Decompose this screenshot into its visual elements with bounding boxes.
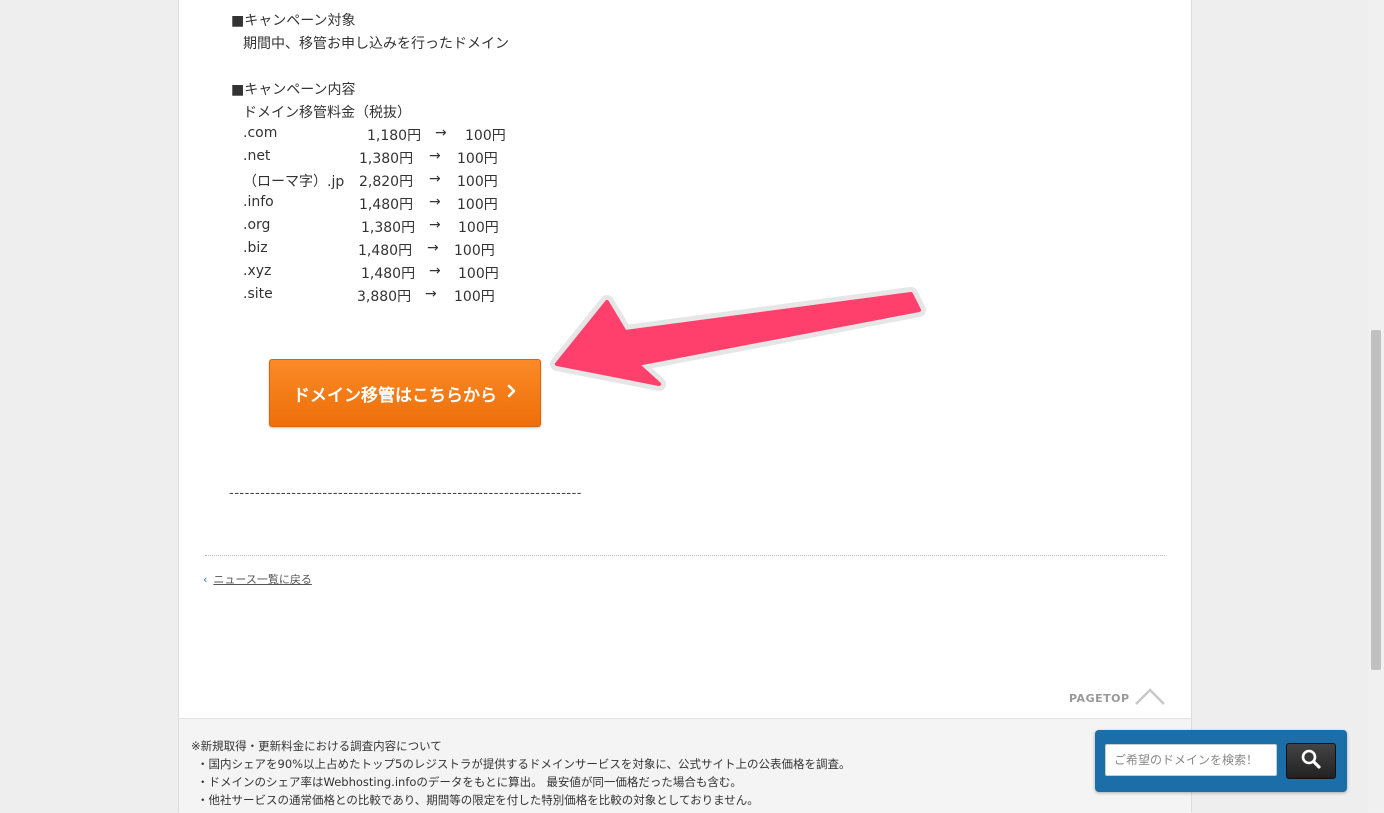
old-price: 3,880円 — [357, 289, 412, 305]
search-icon — [1300, 748, 1322, 774]
new-price: 100円 — [454, 289, 495, 305]
back-to-news-link[interactable]: ‹ ニュース一覧に戻る — [203, 571, 312, 587]
new-price: 100円 — [457, 174, 498, 190]
arrow-symbol: → — [429, 217, 441, 233]
old-price: 1,380円 — [361, 220, 416, 236]
domain-transfer-button-label: ドメイン移管はこちらから — [293, 385, 497, 406]
arrow-symbol: → — [429, 194, 441, 210]
note-item: ・ドメインのシェア率はWebhosting.infoのデータをもとに算出。 最安… — [197, 775, 742, 789]
arrow-symbol: → — [429, 171, 441, 187]
old-price: 1,380円 — [359, 151, 414, 167]
new-price: 100円 — [458, 266, 499, 282]
new-price: 100円 — [458, 220, 499, 236]
new-price: 100円 — [457, 151, 498, 167]
arrow-symbol: → — [435, 125, 447, 141]
section-divider: ----------------------------------------… — [229, 486, 582, 501]
tld-label: .org — [243, 217, 271, 233]
domain-transfer-button[interactable]: ドメイン移管はこちらから — [269, 359, 541, 427]
page-container: ■キャンペーン対象 期間中、移管お申し込みを行ったドメイン ■キャンペーン内容 … — [178, 0, 1192, 813]
dotted-separator — [205, 555, 1165, 556]
old-price: 1,480円 — [358, 243, 413, 259]
tld-label: .xyz — [243, 263, 272, 279]
pagetop-label: PAGETOP — [1069, 691, 1130, 705]
scrollbar-thumb[interactable] — [1371, 330, 1381, 670]
pagetop-button[interactable]: PAGETOP — [1069, 686, 1166, 710]
domain-search-widget — [1095, 730, 1347, 792]
tld-label: .info — [243, 194, 274, 210]
annotation-arrow-icon — [539, 280, 939, 400]
arrow-symbol: → — [429, 148, 441, 164]
price-caption: ドメイン移管料金（税抜） — [243, 105, 411, 121]
new-price: 100円 — [457, 197, 498, 213]
old-price: 1,480円 — [359, 197, 414, 213]
chevron-up-icon — [1134, 686, 1166, 710]
tld-label: .com — [243, 125, 278, 141]
note-item: ・他社サービスの通常価格との比較であり、期間等の限定を付した特別価格を比較の対象… — [197, 793, 759, 807]
chevron-left-icon: ‹ — [203, 573, 208, 586]
new-price: 100円 — [465, 128, 506, 144]
new-price: 100円 — [454, 243, 495, 259]
note-item: ・国内シェアを90%以上占めたトップ5のレジストラが提供するドメインサービスを対… — [197, 757, 851, 771]
old-price: 2,820円 — [359, 174, 414, 190]
back-to-news-label[interactable]: ニュース一覧に戻る — [213, 573, 311, 586]
tld-label: .net — [243, 148, 271, 164]
vertical-scrollbar[interactable] — [1368, 0, 1384, 812]
tld-label: .biz — [243, 240, 268, 256]
chevron-right-icon — [507, 383, 517, 403]
campaign-target-heading: ■キャンペーン対象 — [231, 13, 356, 29]
arrow-symbol: → — [427, 240, 439, 256]
footer-notes: ※新規取得・更新料金における調査内容について ・国内シェアを90%以上占めたトッ… — [179, 718, 1191, 813]
note-heading: ※新規取得・更新料金における調査内容について — [191, 739, 442, 753]
arrow-symbol: → — [429, 263, 441, 279]
old-price: 1,480円 — [361, 266, 416, 282]
campaign-target-text: 期間中、移管お申し込みを行ったドメイン — [243, 36, 509, 52]
arrow-symbol: → — [425, 286, 437, 302]
search-button[interactable] — [1286, 743, 1336, 779]
domain-search-input[interactable] — [1105, 744, 1277, 776]
old-price: 1,180円 — [367, 128, 422, 144]
tld-label: （ローマ字）.jp — [243, 174, 345, 190]
campaign-content-heading: ■キャンペーン内容 — [231, 82, 356, 98]
tld-label: .site — [243, 286, 273, 302]
